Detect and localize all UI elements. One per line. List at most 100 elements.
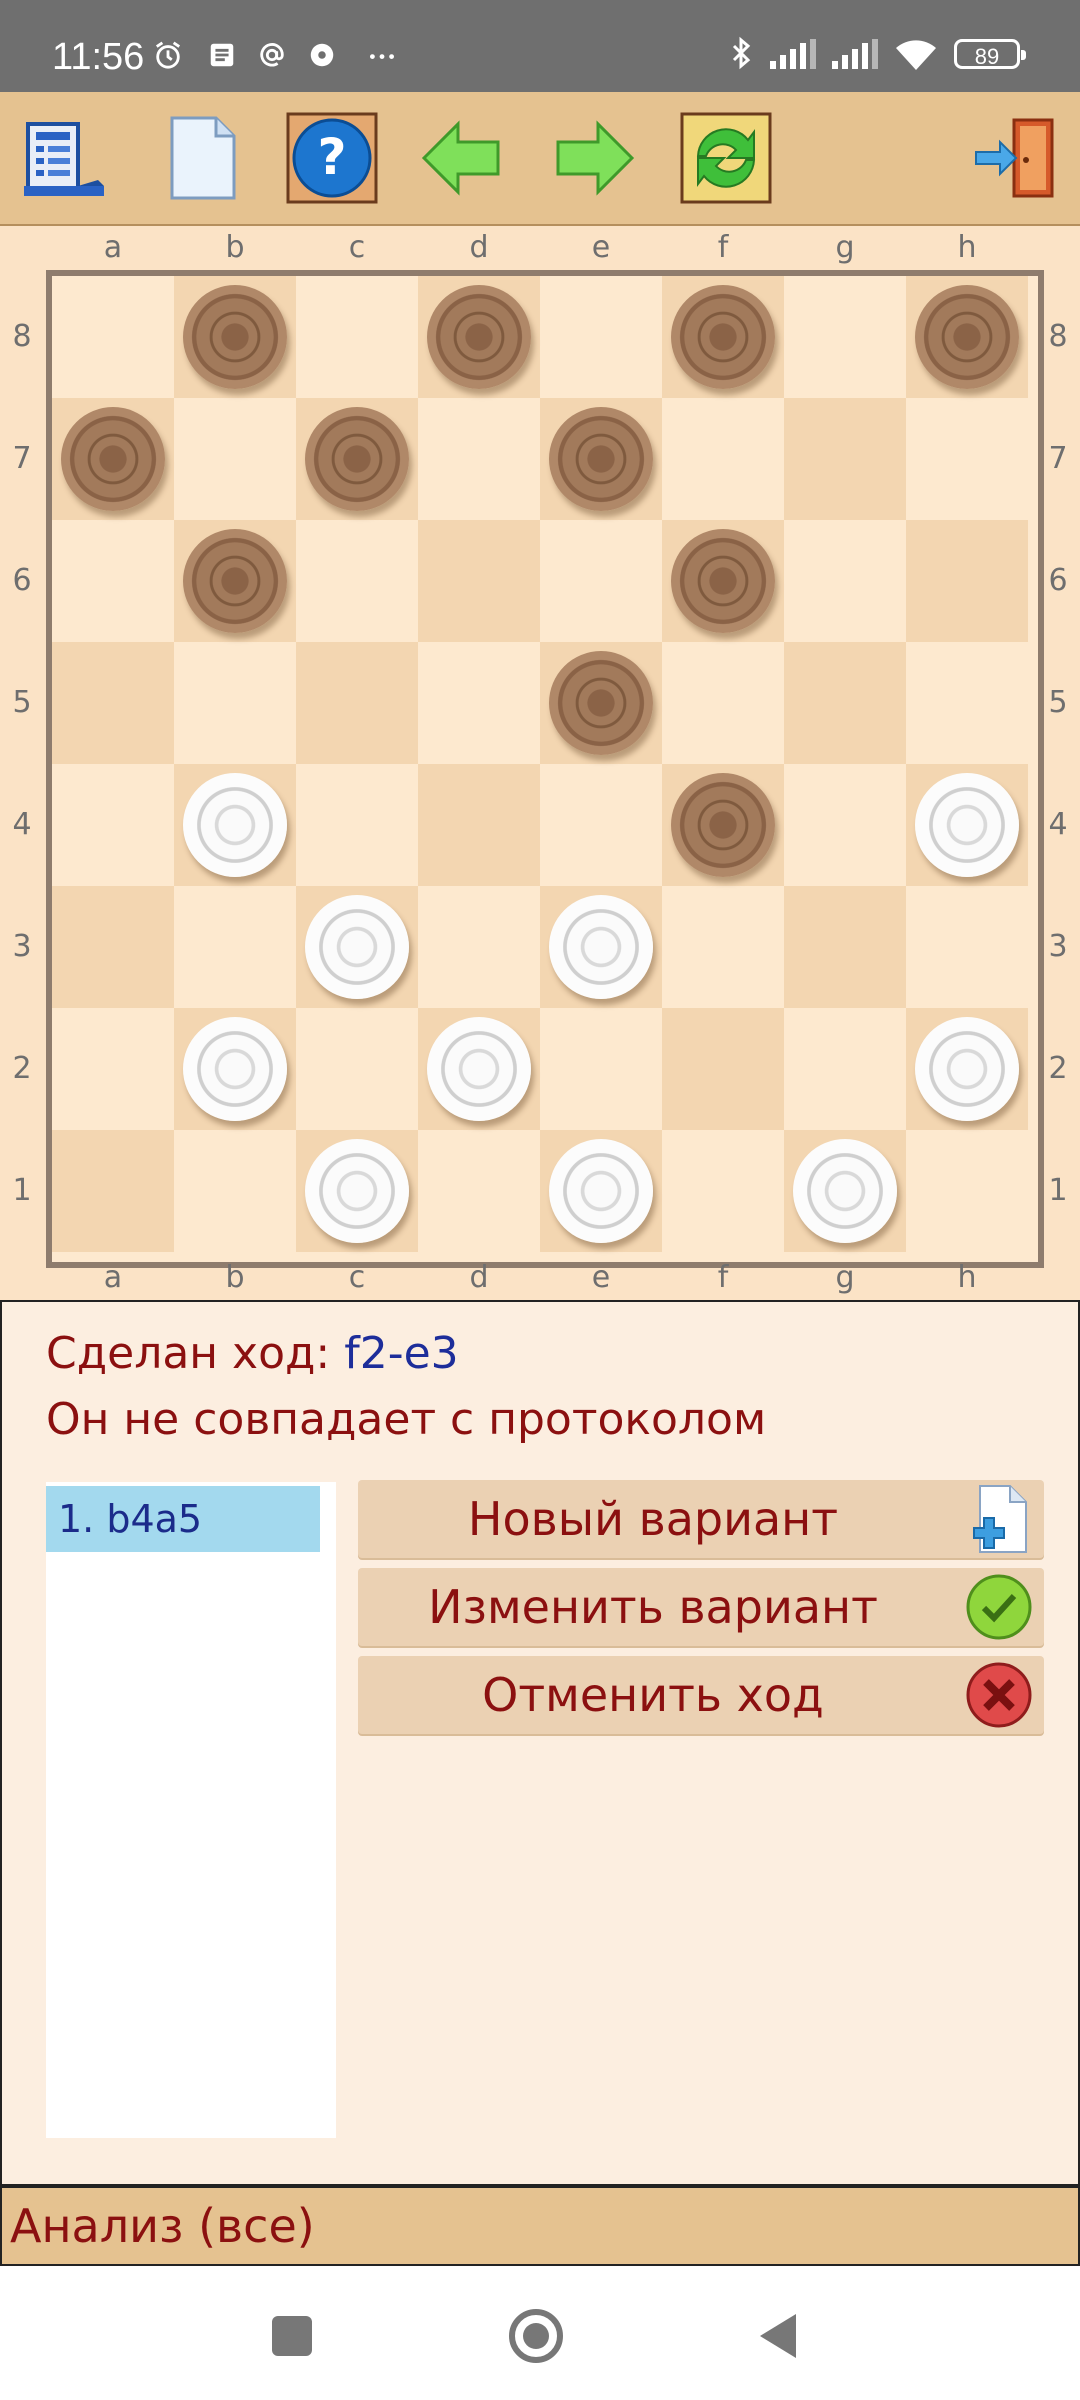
square-c8[interactable] xyxy=(296,276,418,398)
square-f3[interactable] xyxy=(662,886,784,1008)
white-checker-b4[interactable] xyxy=(183,773,287,877)
square-d4[interactable] xyxy=(418,764,540,886)
rank-label-left-1: 1 xyxy=(12,1173,32,1208)
square-a5[interactable] xyxy=(52,642,174,764)
move-list-item[interactable]: 1. b4a5 xyxy=(46,1486,320,1552)
black-checker-b6[interactable] xyxy=(183,529,287,633)
square-d3[interactable] xyxy=(418,886,540,1008)
change-variant-button[interactable]: Изменить вариант xyxy=(358,1568,1044,1646)
square-f1[interactable] xyxy=(662,1130,784,1252)
white-checker-g1[interactable] xyxy=(793,1139,897,1243)
file-label-bottom-a: a xyxy=(103,1260,123,1295)
file-label-top-c: c xyxy=(348,230,366,265)
white-checker-e3[interactable] xyxy=(549,895,653,999)
square-a3[interactable] xyxy=(52,886,174,1008)
black-checker-f4[interactable] xyxy=(671,773,775,877)
black-checker-f6[interactable] xyxy=(671,529,775,633)
square-f5[interactable] xyxy=(662,642,784,764)
black-checker-d8[interactable] xyxy=(427,285,531,389)
new-document-button[interactable] xyxy=(156,112,248,204)
white-checker-c1[interactable] xyxy=(305,1139,409,1243)
square-h3[interactable] xyxy=(906,886,1028,1008)
flip-board-button[interactable] xyxy=(680,112,772,204)
checkers-board[interactable] xyxy=(46,270,1044,1268)
square-d1[interactable] xyxy=(418,1130,540,1252)
square-d5[interactable] xyxy=(418,642,540,764)
new-variant-button[interactable]: Новый вариант xyxy=(358,1480,1044,1558)
checkmark-icon xyxy=(966,1574,1032,1640)
recent-apps-icon[interactable] xyxy=(262,2306,322,2366)
exit-button[interactable] xyxy=(970,112,1062,204)
square-h1[interactable] xyxy=(906,1130,1028,1252)
back-button[interactable] xyxy=(416,112,508,204)
undo-move-button[interactable]: Отменить ход xyxy=(358,1656,1044,1734)
file-label-top-g: g xyxy=(835,230,855,265)
square-e6[interactable] xyxy=(540,520,662,642)
square-c5[interactable] xyxy=(296,642,418,764)
square-g8[interactable] xyxy=(784,276,906,398)
square-e8[interactable] xyxy=(540,276,662,398)
home-icon[interactable] xyxy=(506,2306,566,2366)
square-d7[interactable] xyxy=(418,398,540,520)
black-checker-b8[interactable] xyxy=(183,285,287,389)
file-label-top-b: b xyxy=(225,230,245,265)
square-h5[interactable] xyxy=(906,642,1028,764)
square-b1[interactable] xyxy=(174,1130,296,1252)
forward-arrow-icon xyxy=(556,120,635,196)
square-a8[interactable] xyxy=(52,276,174,398)
square-c2[interactable] xyxy=(296,1008,418,1130)
square-f7[interactable] xyxy=(662,398,784,520)
square-h7[interactable] xyxy=(906,398,1028,520)
white-checker-h4[interactable] xyxy=(915,773,1019,877)
square-g5[interactable] xyxy=(784,642,906,764)
square-b5[interactable] xyxy=(174,642,296,764)
square-a4[interactable] xyxy=(52,764,174,886)
square-b7[interactable] xyxy=(174,398,296,520)
black-checker-e5[interactable] xyxy=(549,651,653,755)
square-e4[interactable] xyxy=(540,764,662,886)
rank-label-left-8: 8 xyxy=(12,319,32,354)
square-h6[interactable] xyxy=(906,520,1028,642)
help-icon: ? xyxy=(286,112,378,204)
square-g2[interactable] xyxy=(784,1008,906,1130)
square-g3[interactable] xyxy=(784,886,906,1008)
white-checker-c3[interactable] xyxy=(305,895,409,999)
square-g6[interactable] xyxy=(784,520,906,642)
square-a1[interactable] xyxy=(52,1130,174,1252)
square-a6[interactable] xyxy=(52,520,174,642)
black-checker-e7[interactable] xyxy=(549,407,653,511)
white-checker-e1[interactable] xyxy=(549,1139,653,1243)
black-checker-a7[interactable] xyxy=(61,407,165,511)
new-variant-label: Новый вариант xyxy=(467,1492,839,1546)
square-a2[interactable] xyxy=(52,1008,174,1130)
back-nav-icon[interactable] xyxy=(750,2306,810,2366)
black-checker-f8[interactable] xyxy=(671,285,775,389)
square-b3[interactable] xyxy=(174,886,296,1008)
analysis-bar[interactable]: Анализ (все) xyxy=(0,2186,1080,2266)
white-checker-b2[interactable] xyxy=(183,1017,287,1121)
forward-button[interactable] xyxy=(548,112,640,204)
bluetooth-icon xyxy=(732,36,751,70)
cancel-icon xyxy=(966,1662,1032,1728)
square-g4[interactable] xyxy=(784,764,906,886)
board-area: a a b b c c d d e e f f g g h h 8 8 7 7 6 6 5 5 4 4 3 3 2 2 1 1 xyxy=(0,226,1080,1302)
status-right: 89 xyxy=(730,34,1026,74)
square-c6[interactable] xyxy=(296,520,418,642)
wifi-icon xyxy=(896,40,936,70)
move-list[interactable]: 1. b4a5 xyxy=(46,1482,336,2138)
menu-button[interactable] xyxy=(20,112,112,204)
square-d6[interactable] xyxy=(418,520,540,642)
black-checker-c7[interactable] xyxy=(305,407,409,511)
square-e2[interactable] xyxy=(540,1008,662,1130)
exit-door-icon xyxy=(975,118,1054,198)
square-g7[interactable] xyxy=(784,398,906,520)
file-label-top-h: h xyxy=(957,230,977,265)
file-label-bottom-e: e xyxy=(591,1260,611,1295)
black-checker-h8[interactable] xyxy=(915,285,1019,389)
help-button[interactable]: ? xyxy=(286,112,378,204)
square-f2[interactable] xyxy=(662,1008,784,1130)
signal-1-icon xyxy=(770,39,816,69)
square-c4[interactable] xyxy=(296,764,418,886)
white-checker-d2[interactable] xyxy=(427,1017,531,1121)
white-checker-h2[interactable] xyxy=(915,1017,1019,1121)
